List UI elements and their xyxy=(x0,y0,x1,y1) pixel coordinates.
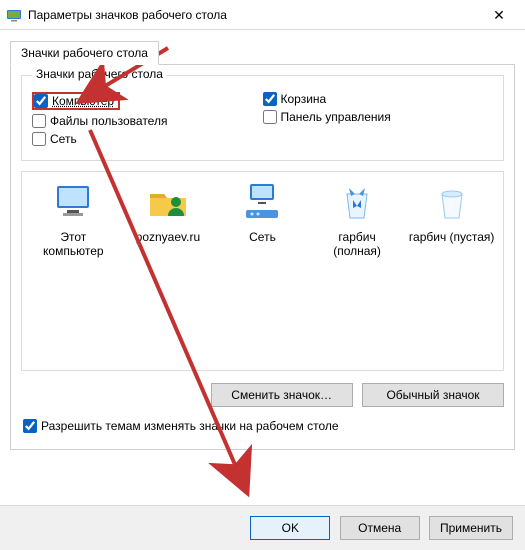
group-legend: Значки рабочего стола xyxy=(32,67,167,81)
recycle-bin-full-icon xyxy=(335,180,379,224)
user-folder-icon xyxy=(146,180,190,224)
preview-item-user[interactable]: poznyaev.ru xyxy=(124,180,212,244)
tab-label: Значки рабочего стола xyxy=(21,46,148,60)
checkbox-network-label: Сеть xyxy=(50,132,77,146)
default-icon-button[interactable]: Обычный значок xyxy=(362,383,504,407)
preview-label: poznyaev.ru xyxy=(124,230,212,244)
icon-button-row: Сменить значок… Обычный значок xyxy=(21,381,504,411)
preview-label: гарбич (пустая) xyxy=(408,230,496,244)
checkbox-user-files-label: Файлы пользователя xyxy=(50,114,167,128)
checkbox-allow-themes[interactable] xyxy=(23,419,37,433)
allow-themes-label: Разрешить темам изменять значки на рабоч… xyxy=(41,419,339,433)
change-icon-button[interactable]: Сменить значок… xyxy=(211,383,353,407)
tab-panel: Значки рабочего стола Компьютер Файлы по… xyxy=(10,64,515,450)
monitor-icon xyxy=(51,180,95,224)
ok-button[interactable]: OK xyxy=(250,516,330,540)
checkbox-user-files[interactable] xyxy=(32,114,46,128)
preview-item-network[interactable]: Сеть xyxy=(218,180,306,244)
close-button[interactable]: ✕ xyxy=(479,0,519,30)
checkbox-recycle-bin-label: Корзина xyxy=(281,92,327,106)
checkbox-control-panel[interactable] xyxy=(263,110,277,124)
checkbox-row: Файлы пользователя xyxy=(32,114,263,128)
checkbox-row: Панель управления xyxy=(263,110,494,124)
preview-item-bin-full[interactable]: гарбич (полная) xyxy=(313,180,401,259)
title-bar: Параметры значков рабочего стола ✕ xyxy=(0,0,525,30)
preview-item-bin-empty[interactable]: гарбич (пустая) xyxy=(408,180,496,244)
icon-preview-list: Этот компьютер poznyaev.ru Сеть гарбич (… xyxy=(21,171,504,371)
checkbox-recycle-bin[interactable] xyxy=(263,92,277,106)
network-icon xyxy=(240,180,284,224)
checkbox-network[interactable] xyxy=(32,132,46,146)
checkbox-computer[interactable] xyxy=(34,94,48,108)
highlight-box: Компьютер xyxy=(32,92,120,110)
checkbox-row: Компьютер xyxy=(32,92,263,110)
preview-label: Сеть xyxy=(218,230,306,244)
dialog-footer: OK Отмена Применить xyxy=(0,505,525,550)
checkbox-row: Корзина xyxy=(263,92,494,106)
preview-label: Этот компьютер xyxy=(29,230,117,259)
allow-themes-row: Разрешить темам изменять значки на рабоч… xyxy=(23,419,502,433)
cancel-button[interactable]: Отмена xyxy=(340,516,420,540)
app-icon xyxy=(6,7,22,23)
group-desktop-icons: Значки рабочего стола Компьютер Файлы по… xyxy=(21,75,504,161)
recycle-bin-empty-icon xyxy=(430,180,474,224)
apply-button[interactable]: Применить xyxy=(429,516,513,540)
window-title: Параметры значков рабочего стола xyxy=(28,8,479,22)
preview-label: гарбич (полная) xyxy=(313,230,401,259)
preview-item-this-pc[interactable]: Этот компьютер xyxy=(29,180,117,259)
tab-desktop-icons[interactable]: Значки рабочего стола xyxy=(10,41,159,65)
checkbox-row: Сеть xyxy=(32,132,263,146)
checkbox-computer-label: Компьютер xyxy=(52,94,114,108)
checkbox-control-panel-label: Панель управления xyxy=(281,110,391,124)
